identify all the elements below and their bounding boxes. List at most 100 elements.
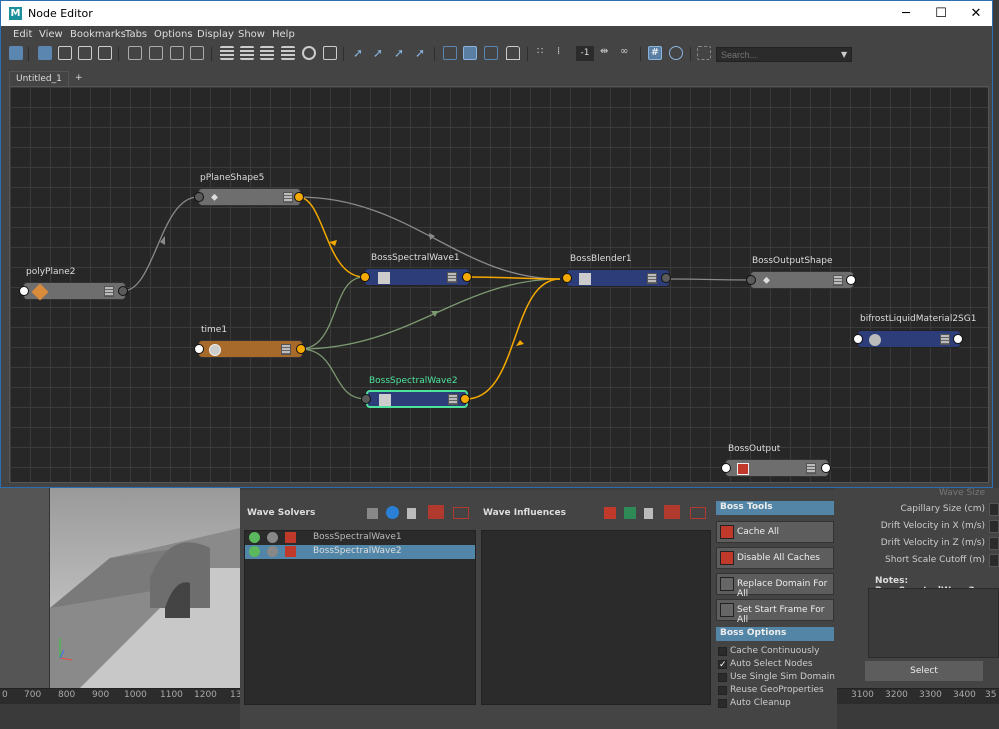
menu-tabs[interactable]: Tabs	[125, 29, 147, 40]
pin-icon[interactable]: ➚	[353, 46, 367, 60]
wave-influences-list[interactable]	[481, 530, 711, 705]
texture-icon[interactable]	[624, 507, 636, 519]
solo-icon[interactable]	[267, 546, 278, 557]
cache-all-button[interactable]: Cache All	[716, 521, 834, 543]
output-port[interactable]	[821, 463, 831, 473]
enable-icon[interactable]	[249, 532, 260, 543]
drift-x-field[interactable]	[989, 520, 999, 533]
attribute-list-icon[interactable]	[447, 272, 457, 283]
in-out-connections-icon[interactable]	[98, 46, 112, 60]
attribute-list-icon[interactable]	[940, 334, 950, 345]
checkbox[interactable]	[718, 686, 727, 695]
menu-help[interactable]: Help	[272, 29, 295, 40]
remove-influence-icon[interactable]	[690, 507, 706, 519]
menu-display[interactable]: Display	[197, 29, 234, 40]
search-dropdown-icon[interactable]: ▼	[841, 50, 847, 59]
cache-icon[interactable]	[285, 532, 296, 543]
solver-row-1[interactable]: BossSpectralWave1	[245, 531, 475, 545]
layout-icon[interactable]	[323, 46, 337, 60]
maximize-button[interactable]: ☐	[923, 1, 959, 26]
search-input[interactable]	[716, 47, 852, 62]
boss-tools-header[interactable]: Boss Tools	[716, 501, 834, 515]
node-pplaneshape5[interactable]: ⬥	[194, 188, 304, 206]
output-connections-icon[interactable]	[78, 46, 92, 60]
output-port[interactable]	[953, 334, 963, 344]
input-port[interactable]	[562, 273, 572, 283]
input-port[interactable]	[194, 344, 204, 354]
cube-icon[interactable]	[604, 507, 616, 519]
input-output-icon[interactable]	[9, 46, 23, 60]
output-port[interactable]	[296, 344, 306, 354]
output-port[interactable]	[846, 275, 856, 285]
output-port[interactable]	[118, 286, 128, 296]
pin-add-icon[interactable]: ➚	[373, 46, 387, 60]
close-button[interactable]: ✕	[958, 1, 994, 26]
attribute-list-icon[interactable]	[448, 394, 458, 405]
trash-icon[interactable]	[407, 508, 416, 519]
dots-vertical-icon[interactable]: ⁞	[557, 46, 571, 60]
swatches-icon[interactable]	[484, 46, 498, 60]
select-button[interactable]: Select	[865, 661, 983, 681]
attribute-list-icon[interactable]	[806, 463, 816, 474]
show-grid-icon[interactable]	[443, 46, 457, 60]
trash-icon[interactable]	[644, 508, 653, 519]
capillary-size-field[interactable]	[989, 503, 999, 516]
wave-solvers-list[interactable]: BossSpectralWave1 BossSpectralWave2	[244, 530, 476, 705]
pin-remove-icon[interactable]: ➚	[394, 46, 408, 60]
add-solver-icon[interactable]	[428, 505, 444, 519]
input-port[interactable]	[721, 463, 731, 473]
link-icon[interactable]: ∞	[620, 46, 634, 60]
search-icon[interactable]	[302, 46, 316, 60]
input-connections-icon[interactable]	[58, 46, 72, 60]
order-field[interactable]: -1	[576, 46, 594, 61]
attribute-list-icon[interactable]	[104, 286, 114, 297]
custom-mode-icon[interactable]	[281, 46, 295, 60]
arrange-icon[interactable]	[170, 46, 184, 60]
node-bossspectralwave2[interactable]	[361, 390, 470, 408]
node-bossoutputshape[interactable]: ⬥	[746, 271, 856, 289]
swap-icon[interactable]	[38, 46, 52, 60]
minimize-button[interactable]: ─	[888, 1, 924, 26]
grid-icon[interactable]: #	[648, 46, 662, 60]
set-start-frame-button[interactable]: Set Start Frame For All	[716, 599, 834, 625]
output-port[interactable]	[661, 273, 671, 283]
attribute-list-icon[interactable]	[647, 273, 657, 284]
graph-icon[interactable]	[190, 46, 204, 60]
frame-all-icon[interactable]	[128, 46, 142, 60]
output-port[interactable]	[294, 192, 304, 202]
disable-all-caches-button[interactable]: Disable All Caches	[716, 547, 834, 569]
lock-icon[interactable]	[506, 46, 520, 60]
checkbox[interactable]	[718, 699, 727, 708]
attribute-list-icon[interactable]	[833, 275, 843, 286]
dots-icon[interactable]: ∷	[537, 46, 551, 60]
frame-selected-icon[interactable]	[149, 46, 163, 60]
tab-untitled-1[interactable]: Untitled_1	[9, 71, 69, 86]
menu-bookmarks[interactable]: Bookmarks	[70, 29, 126, 40]
cache-icon[interactable]	[285, 546, 296, 557]
menu-view[interactable]: View	[39, 29, 63, 40]
boss-options-header[interactable]: Boss Options	[716, 627, 834, 641]
checkbox[interactable]	[718, 647, 727, 656]
menu-edit[interactable]: Edit	[13, 29, 32, 40]
simple-mode-icon[interactable]	[220, 46, 234, 60]
drift-z-field[interactable]	[989, 537, 999, 550]
solo-icon[interactable]	[267, 532, 278, 543]
output-port[interactable]	[462, 272, 472, 282]
add-tab-button[interactable]: +	[69, 71, 89, 86]
node-polyplane2[interactable]	[19, 282, 128, 301]
checkbox[interactable]: ✓	[718, 660, 727, 670]
globe-icon[interactable]	[386, 506, 399, 519]
input-port[interactable]	[19, 286, 29, 296]
attribute-list-icon[interactable]	[283, 192, 293, 203]
selection-icon[interactable]	[697, 46, 711, 60]
node-bossspectralwave1[interactable]	[360, 268, 472, 286]
checkbox[interactable]	[718, 673, 727, 682]
image-icon[interactable]	[367, 508, 378, 519]
input-port[interactable]	[746, 275, 756, 285]
remove-solver-icon[interactable]	[453, 507, 469, 519]
notes-field[interactable]	[868, 588, 999, 658]
menu-show[interactable]: Show	[238, 29, 265, 40]
attribute-list-icon[interactable]	[281, 344, 291, 355]
short-scale-field[interactable]	[989, 554, 999, 567]
add-influence-icon[interactable]	[664, 505, 680, 519]
